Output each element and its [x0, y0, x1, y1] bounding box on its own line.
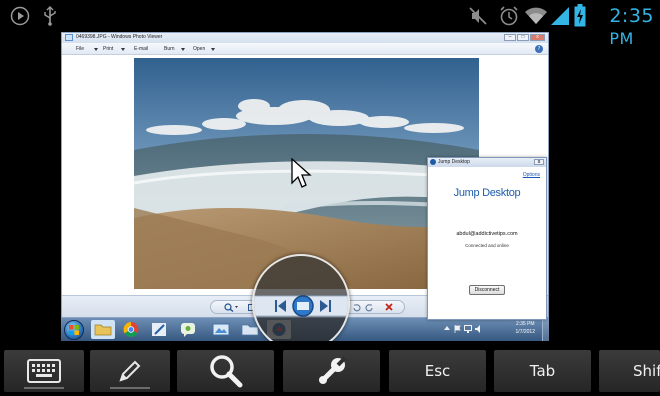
taskbar-time: 2:35 PM	[515, 321, 535, 327]
bottom-toolbar: Esc Tab Shift	[0, 346, 660, 396]
tray-flag-icon[interactable]	[454, 325, 461, 333]
taskbar-date: 1/7/2012	[515, 329, 535, 335]
status-bar: 2:35 PM	[0, 0, 660, 48]
jump-desktop-app-icon	[430, 159, 436, 165]
slideshow-icon	[297, 302, 309, 310]
photo-viewer-menubar: File Print E-mail Burn Open ?	[62, 43, 548, 55]
rotate-left-icon[interactable]	[352, 303, 361, 312]
folder-icon	[94, 324, 112, 336]
close-button[interactable]: x	[530, 34, 545, 41]
help-button[interactable]: ?	[535, 45, 543, 53]
shift-key-button[interactable]: Shift	[599, 350, 660, 392]
taskbar-explorer[interactable]	[91, 320, 115, 339]
open-dropdown-icon	[211, 48, 215, 51]
start-button[interactable]	[64, 320, 84, 340]
battery-charging-icon	[574, 4, 586, 27]
mute-icon	[469, 7, 487, 25]
show-desktop-button[interactable]	[542, 318, 549, 341]
menu-open[interactable]: Open	[193, 46, 205, 52]
menu-file[interactable]: File	[76, 46, 84, 52]
delete-icon[interactable]	[384, 302, 394, 312]
tray-volume-icon[interactable]	[475, 325, 483, 333]
tab-key-label: Tab	[529, 362, 556, 380]
shift-key-label: Shift	[633, 362, 660, 380]
keyboard-button-underline	[24, 387, 64, 389]
magnified-playback-controls	[254, 256, 348, 341]
wrench-icon	[318, 356, 346, 384]
photo-viewer-app-icon	[65, 34, 73, 41]
burn-dropdown-icon	[181, 48, 185, 51]
windows-logo-icon	[69, 325, 79, 335]
print-dropdown-icon	[121, 48, 125, 51]
taskbar-gtalk[interactable]	[176, 320, 200, 339]
settings-button[interactable]	[283, 350, 380, 392]
jump-desktop-title: Jump Desktop	[438, 159, 470, 165]
zoom-button[interactable]	[177, 350, 274, 392]
jump-desktop-titlebar[interactable]: Jump Desktop x	[428, 158, 546, 167]
tab-key-button[interactable]: Tab	[494, 350, 591, 392]
keyboard-icon	[27, 359, 61, 383]
pen-button[interactable]	[90, 350, 170, 392]
tray-network-icon[interactable]	[464, 325, 472, 333]
menu-email[interactable]: E-mail	[134, 46, 148, 52]
system-tray: 2:35 PM 1/7/2012	[444, 318, 549, 341]
esc-key-button[interactable]: Esc	[389, 350, 486, 392]
talk-icon	[181, 323, 195, 337]
wifi-icon	[525, 7, 547, 24]
taskbar-photo-viewer[interactable]	[209, 320, 233, 339]
magnifier-icon	[209, 355, 242, 388]
connection-status: Connected and online	[465, 243, 509, 248]
paint-icon	[152, 323, 166, 336]
clock: 2:35 PM	[609, 5, 654, 49]
mouse-cursor-icon	[291, 158, 312, 188]
alarm-icon	[500, 6, 518, 26]
window-controls: – □ x	[504, 34, 545, 41]
tray-expand-icon[interactable]	[444, 325, 450, 331]
photo-viewer-titlebar[interactable]: 0469398.JPG - Windows Photo Viewer – □ x	[62, 33, 548, 43]
clock-time: 2:35	[609, 5, 654, 27]
taskbar-paint[interactable]	[147, 320, 171, 339]
signal-icon	[551, 7, 569, 25]
play-icon	[10, 6, 30, 26]
disconnect-button[interactable]: Disconnect	[469, 285, 505, 295]
android-screen: 2:35 PM 0469398.JPG - Windows Photo View…	[0, 0, 660, 396]
jump-desktop-close-button[interactable]: x	[534, 159, 544, 165]
keyboard-button[interactable]	[4, 350, 84, 392]
remote-desktop-view[interactable]: 0469398.JPG - Windows Photo Viewer – □ x…	[61, 32, 549, 341]
account-email: abdul@addictivetips.com	[456, 231, 518, 237]
photo-viewer-title: 0469398.JPG - Windows Photo Viewer	[76, 34, 163, 40]
magnifier-lens[interactable]	[252, 254, 350, 341]
taskbar-clock[interactable]: 2:35 PM 1/7/2012	[516, 320, 535, 336]
pen-icon	[119, 360, 141, 382]
menu-burn[interactable]: Burn	[164, 46, 175, 52]
menu-print[interactable]: Print	[103, 46, 113, 52]
pen-button-underline	[110, 387, 150, 389]
taskbar-chrome[interactable]	[119, 320, 143, 339]
rotate-right-icon[interactable]	[365, 303, 374, 312]
clock-ampm: PM	[609, 29, 634, 48]
jump-desktop-logo: Jump Desktop	[453, 187, 521, 199]
jump-desktop-window: Jump Desktop x Options Jump Desktop abdu…	[427, 157, 547, 320]
print-dropdown-icon	[94, 48, 98, 51]
options-link[interactable]: Options	[523, 172, 540, 178]
usb-icon	[44, 6, 56, 26]
zoom-icon[interactable]	[224, 303, 238, 312]
minimize-button[interactable]: –	[504, 34, 516, 41]
esc-key-label: Esc	[424, 362, 451, 380]
maximize-button[interactable]: □	[517, 34, 529, 41]
chrome-icon	[123, 322, 139, 337]
photo-viewer-icon	[212, 323, 230, 336]
